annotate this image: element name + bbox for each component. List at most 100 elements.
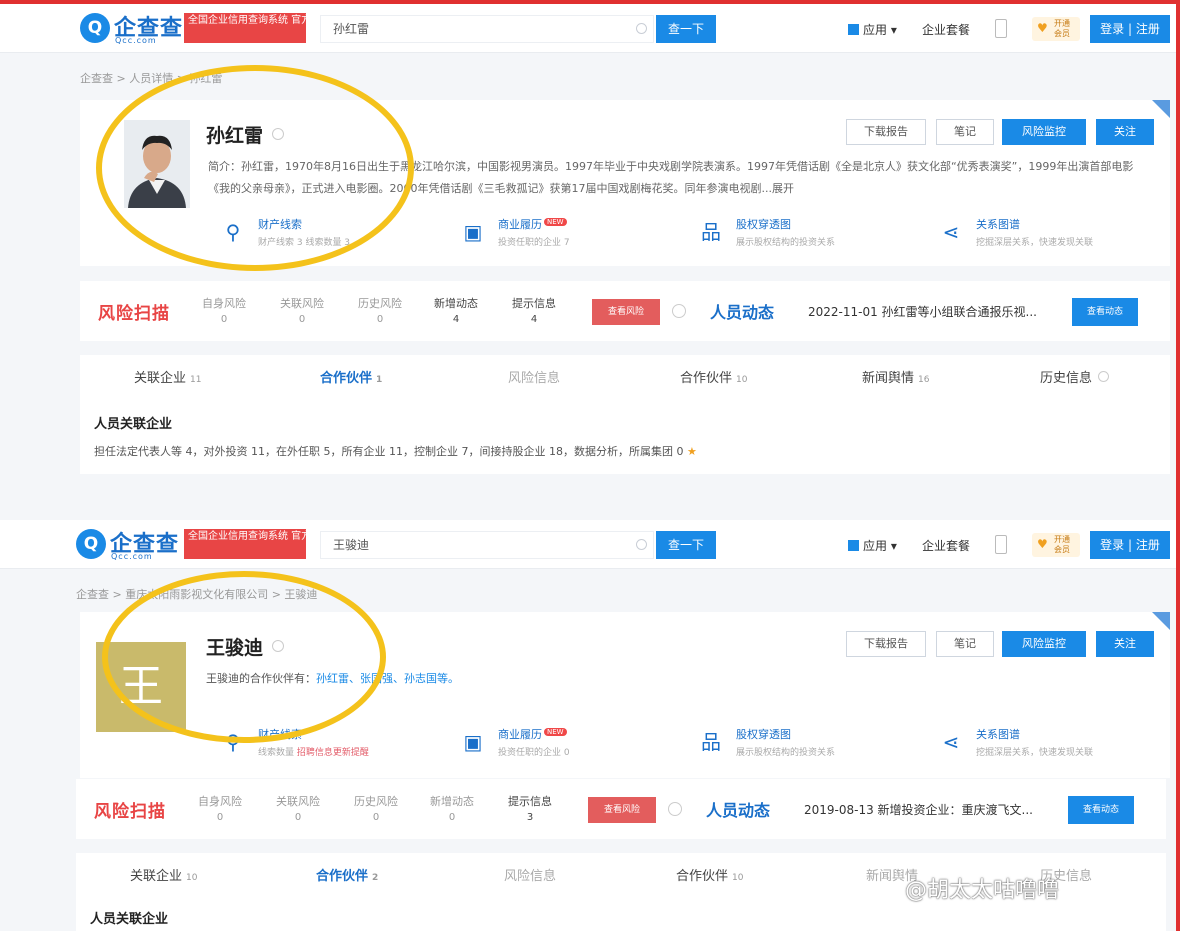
login-register-button[interactable]: 登录 | 注册 bbox=[1090, 15, 1170, 43]
red-frame-right bbox=[1176, 0, 1180, 931]
risk-monitor-button[interactable]: 风险监控 bbox=[1002, 119, 1086, 145]
tab-label: 合作伙伴 bbox=[320, 371, 373, 386]
risk-stat-history[interactable]: 历史风险 0 bbox=[350, 295, 410, 325]
risk-stat-tips[interactable]: 提示信息 4 bbox=[504, 295, 564, 325]
risk-stat-label: 关联风险 bbox=[280, 297, 324, 310]
tab-risk-info[interactable]: 风险信息 bbox=[504, 865, 556, 884]
cell-title: 股权穿透图 bbox=[736, 728, 791, 741]
risk-stat-related[interactable]: 关联风险 0 bbox=[272, 295, 332, 325]
tab-news[interactable]: 新闻舆情 16 bbox=[862, 367, 929, 386]
person-dynamics-logo: 人员动态 bbox=[706, 801, 771, 820]
new-badge: NEW bbox=[544, 218, 567, 226]
nav-package-link[interactable]: 企业套餐 bbox=[922, 537, 970, 554]
top-nav-bar: Q 企查查 Qcc.com 全国企业信用查询系统 官方备案企业征信机构 孙红雷 … bbox=[0, 4, 1176, 53]
vip-label: 开通会员 bbox=[1054, 19, 1070, 38]
search-button[interactable]: 查一下 bbox=[656, 531, 716, 559]
search-input[interactable]: 孙红雷 bbox=[320, 15, 654, 43]
risk-stat-label: 关联风险 bbox=[276, 795, 320, 808]
equity-chart-card[interactable]: 品 股权穿透图 展示股权结构的投资关系 bbox=[698, 726, 938, 766]
risk-stat-self[interactable]: 自身风险 0 bbox=[190, 793, 250, 823]
risk-stat-value: 0 bbox=[294, 812, 302, 823]
view-dynamics-button[interactable]: 查看动态 bbox=[1068, 796, 1134, 824]
tab-label: 合作伙伴 bbox=[316, 869, 369, 884]
info-icon[interactable] bbox=[668, 802, 682, 816]
vip-button[interactable]: ♥ 开通会员 bbox=[1032, 533, 1080, 557]
search-input[interactable]: 王骏迪 bbox=[320, 531, 654, 559]
clear-icon[interactable] bbox=[636, 539, 647, 550]
view-dynamics-button[interactable]: 查看动态 bbox=[1072, 298, 1138, 326]
risk-stat-self[interactable]: 自身风险 0 bbox=[194, 295, 254, 325]
partner-link[interactable]: 、孙志国等。 bbox=[393, 672, 459, 685]
relation-graph-card[interactable]: ⋖ 关系图谱 挖掘深层关系，快速发现关联 bbox=[938, 216, 1178, 256]
tab-partners[interactable]: 合作伙伴 10 bbox=[680, 367, 747, 386]
risk-stat-label: 提示信息 bbox=[508, 795, 552, 808]
follow-button[interactable]: 关注 bbox=[1096, 119, 1154, 145]
cell-alert-text: 招聘信息更新提醒 bbox=[296, 748, 369, 758]
tab-label: 风险信息 bbox=[508, 371, 561, 386]
relation-graph-card[interactable]: ⋖ 关系图谱 挖掘深层关系，快速发现关联 bbox=[938, 726, 1178, 766]
download-report-button[interactable]: 下载报告 bbox=[846, 631, 926, 657]
qcc-logo[interactable]: Q 企查查 Qcc.com bbox=[80, 12, 182, 45]
latest-dynamic-text[interactable]: 2019-08-13 新增投资企业：重庆渡飞文... bbox=[804, 801, 1033, 818]
vip-button[interactable]: ♥ 开通会员 bbox=[1032, 17, 1080, 41]
risk-scan-logo: 风险扫描 bbox=[98, 304, 170, 324]
app-grid-icon bbox=[848, 540, 859, 551]
view-risk-button[interactable]: 查看风险 bbox=[588, 797, 656, 823]
equity-chart-card[interactable]: 品 股权穿透图 展示股权结构的投资关系 bbox=[698, 216, 938, 256]
risk-monitor-button[interactable]: 风险监控 bbox=[1002, 631, 1086, 657]
author-watermark: @胡太太咕噜噜 bbox=[905, 878, 1060, 903]
tab-related-companies[interactable]: 关联企业 10 bbox=[130, 865, 197, 884]
business-history-card[interactable]: ▣ 商业履历 NEW 投资任职的企业 0 bbox=[460, 726, 700, 766]
tab-partners[interactable]: 合作伙伴 10 bbox=[676, 865, 743, 884]
clear-icon[interactable] bbox=[636, 23, 647, 34]
phone-icon[interactable] bbox=[995, 19, 1007, 38]
risk-stat-tips[interactable]: 提示信息 3 bbox=[500, 793, 560, 823]
note-button[interactable]: 笔记 bbox=[936, 631, 994, 657]
search-input-value: 王骏迪 bbox=[333, 538, 370, 552]
risk-stat-related[interactable]: 关联风险 0 bbox=[268, 793, 328, 823]
star-icon: ★ bbox=[686, 445, 697, 458]
tab-label: 关联企业 bbox=[134, 371, 187, 386]
tab-risk-info[interactable]: 风险信息 bbox=[508, 367, 560, 386]
note-button[interactable]: 笔记 bbox=[936, 119, 994, 145]
vip-label: 开通会员 bbox=[1054, 535, 1070, 554]
app-grid-icon bbox=[848, 24, 859, 35]
vip-gem-icon: ♥ bbox=[1037, 537, 1048, 551]
nav-app-label: 应用 bbox=[863, 23, 888, 37]
qcc-logo[interactable]: Q 企查查 Qcc.com bbox=[76, 528, 178, 561]
tab-history[interactable]: 历史信息 bbox=[1040, 367, 1110, 386]
risk-stat-label: 提示信息 bbox=[512, 297, 556, 310]
follow-button[interactable]: 关注 bbox=[1096, 631, 1154, 657]
risk-stat-label: 新增动态 bbox=[430, 795, 474, 808]
related-company-links[interactable]: 担任法定代表人等 4，对外投资 11，在外任职 5，所有企业 11，控制企业 7… bbox=[94, 443, 697, 459]
info-icon[interactable] bbox=[672, 304, 686, 318]
risk-stat-value: 0 bbox=[376, 314, 384, 325]
cell-subtitle: 挖掘深层关系，快速发现关联 bbox=[976, 238, 1094, 248]
risk-stat-history[interactable]: 历史风险 0 bbox=[346, 793, 406, 823]
nav-package-link[interactable]: 企业套餐 bbox=[922, 21, 970, 38]
login-register-button[interactable]: 登录 | 注册 bbox=[1090, 531, 1170, 559]
logo-domain: Qcc.com bbox=[115, 36, 157, 45]
nav-app-menu[interactable]: 应用 ▾ bbox=[848, 21, 897, 38]
tab-partners-active[interactable]: 合作伙伴 1 bbox=[320, 367, 382, 386]
business-history-card[interactable]: ▣ 商业履历 NEW 投资任职的企业 7 bbox=[460, 216, 700, 256]
phone-icon[interactable] bbox=[995, 535, 1007, 554]
risk-stat-new[interactable]: 新增动态 4 bbox=[426, 295, 486, 325]
tab-partners-active[interactable]: 合作伙伴 2 bbox=[316, 865, 378, 884]
latest-dynamic-text[interactable]: 2022-11-01 孙红雷等小组联合通报乐视... bbox=[808, 303, 1037, 320]
org-chart-icon: 品 bbox=[701, 220, 721, 244]
download-report-button[interactable]: 下载报告 bbox=[846, 119, 926, 145]
cell-title: 股权穿透图 bbox=[736, 218, 791, 231]
org-chart-icon: 品 bbox=[701, 730, 721, 754]
tab-label: 历史信息 bbox=[1040, 371, 1093, 386]
search-button[interactable]: 查一下 bbox=[656, 15, 716, 43]
view-risk-button[interactable]: 查看风险 bbox=[592, 299, 660, 325]
tab-label: 风险信息 bbox=[504, 869, 557, 884]
slogan-banner: 全国企业信用查询系统 官方备案企业征信机构 bbox=[184, 13, 306, 43]
nav-app-menu[interactable]: 应用 ▾ bbox=[848, 537, 897, 554]
related-company-link-text: 担任法定代表人等 4，对外投资 11，在外任职 5，所有企业 11，控制企业 7… bbox=[94, 445, 684, 458]
tab-related-companies[interactable]: 关联企业 11 bbox=[134, 367, 201, 386]
section-title: 人员关联企业 bbox=[94, 417, 173, 432]
risk-stat-new[interactable]: 新增动态 0 bbox=[422, 793, 482, 823]
tab-count: 2 bbox=[372, 873, 379, 883]
